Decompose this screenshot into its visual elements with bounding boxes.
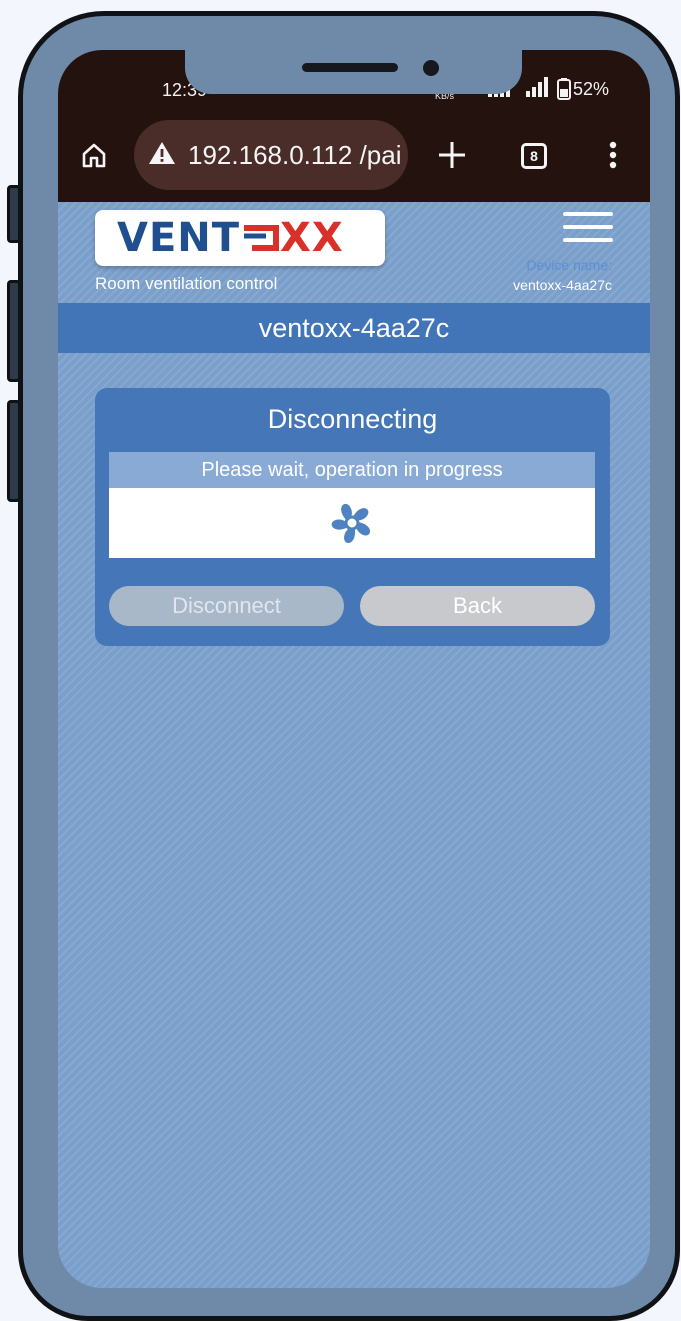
speaker-grille (302, 63, 398, 72)
dialog-message: Please wait, operation in progress (109, 452, 595, 488)
logo-text-vent: VENT (117, 215, 241, 261)
tabs-icon[interactable]: 8 (521, 143, 547, 169)
front-camera (423, 60, 439, 76)
device-title: ventoxx-4aa27c (258, 313, 450, 343)
fan-spinner-icon (331, 503, 371, 543)
disconnect-dialog: Disconnecting Please wait, operation in … (95, 388, 610, 646)
ventoxx-logo: VENT XX (95, 210, 385, 266)
back-button[interactable]: Back (360, 586, 595, 626)
device-name-label: Device name: (526, 257, 612, 273)
dialog-title: Disconnecting (267, 404, 438, 434)
logo-o-mark (240, 218, 280, 251)
battery-percent: 52% (573, 79, 610, 99)
logo-o-icon (244, 225, 280, 251)
page-subtitle: Room ventilation control (95, 274, 278, 293)
device-title-bar: ventoxx-4aa27c (58, 303, 650, 353)
disconnect-button[interactable]: Disconnect (109, 586, 344, 626)
battery-icon (557, 78, 571, 100)
device-name-value: ventoxx-4aa27c (513, 277, 612, 293)
logo-wordmark: VENT XX (117, 216, 344, 260)
progress-area (109, 488, 595, 558)
camera-notch (185, 50, 522, 94)
warning-icon (149, 142, 175, 164)
address-bar[interactable]: 192.168.0.112 /pai (134, 120, 408, 190)
home-icon[interactable] (80, 141, 108, 169)
more-vert-icon[interactable] (607, 140, 619, 172)
phone-screen: 12:39 KB/s 52% 192.168.0.112 /pai 8 VENT… (58, 50, 650, 1288)
web-page: VENT XX Room ventilation control Device … (58, 202, 650, 1288)
hamburger-menu-icon[interactable] (563, 212, 613, 246)
tab-count: 8 (530, 148, 538, 164)
status-bar: 12:39 KB/s 52% (58, 50, 650, 122)
plus-icon[interactable] (437, 140, 467, 170)
url-text[interactable]: 192.168.0.112 /pai (188, 140, 401, 171)
logo-text-xx: XX (280, 215, 344, 261)
